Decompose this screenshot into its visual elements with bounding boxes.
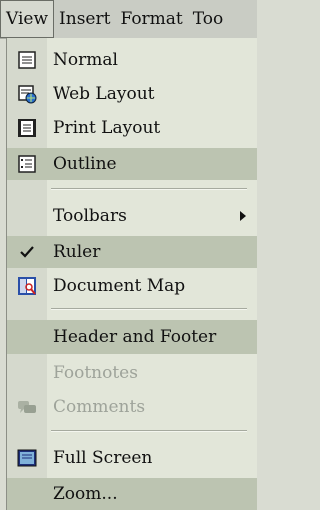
menu-bar: View Insert Format Too: [0, 0, 257, 39]
menu-item-header-and-footer[interactable]: Header and Footer: [7, 320, 257, 354]
word-view-menu-screenshot: View Insert Format Too Normal Web Layout: [0, 0, 257, 510]
menu-tools[interactable]: Too: [188, 0, 229, 38]
comments-icon: [18, 401, 36, 413]
menu-item-toolbars[interactable]: Toolbars: [7, 200, 257, 232]
menu-format[interactable]: Format: [115, 0, 187, 38]
submenu-arrow-icon: [240, 211, 246, 221]
menu-insert[interactable]: Insert: [54, 0, 115, 38]
menu-item-label: Print Layout: [53, 118, 161, 138]
menu-view[interactable]: View: [0, 0, 55, 38]
menu-separator: [51, 430, 247, 432]
menu-item-label: Header and Footer: [53, 327, 217, 347]
web-layout-icon: [18, 85, 37, 104]
menu-item-document-map[interactable]: Document Map: [7, 272, 257, 300]
document-map-icon: [18, 277, 36, 295]
menu-item-print-layout[interactable]: Print Layout: [7, 114, 257, 142]
print-layout-icon: [18, 119, 36, 137]
menu-item-label: Full Screen: [53, 448, 153, 468]
menu-item-normal[interactable]: Normal: [7, 46, 257, 74]
menu-item-label: Comments: [53, 397, 146, 417]
menu-item-label: Toolbars: [53, 206, 127, 226]
menu-item-web-layout[interactable]: Web Layout: [7, 80, 257, 108]
menu-item-label: Web Layout: [53, 84, 155, 104]
menu-item-label: Document Map: [53, 276, 186, 296]
menu-item-ruler[interactable]: Ruler: [7, 236, 257, 268]
menu-item-outline[interactable]: Outline: [7, 148, 257, 180]
menu-item-label: Outline: [53, 154, 117, 174]
menu-item-full-screen[interactable]: Full Screen: [7, 442, 257, 474]
menu-item-comments: Comments: [7, 392, 257, 422]
menu-item-zoom[interactable]: Zoom...: [7, 478, 257, 510]
full-screen-icon: [17, 449, 37, 467]
menu-separator: [51, 188, 247, 190]
menu-separator: [51, 308, 247, 310]
menu-item-label: Normal: [53, 50, 118, 70]
normal-view-icon: [18, 51, 36, 69]
outline-view-icon: [18, 155, 36, 173]
checkmark-icon: [20, 246, 34, 258]
menu-item-footnotes: Footnotes: [7, 358, 257, 388]
view-menu-dropdown: Normal Web Layout Print Layout Outline T…: [6, 38, 257, 510]
menu-item-label: Ruler: [53, 242, 101, 262]
menu-item-label: Zoom...: [53, 484, 118, 504]
menu-item-label: Footnotes: [53, 363, 138, 383]
